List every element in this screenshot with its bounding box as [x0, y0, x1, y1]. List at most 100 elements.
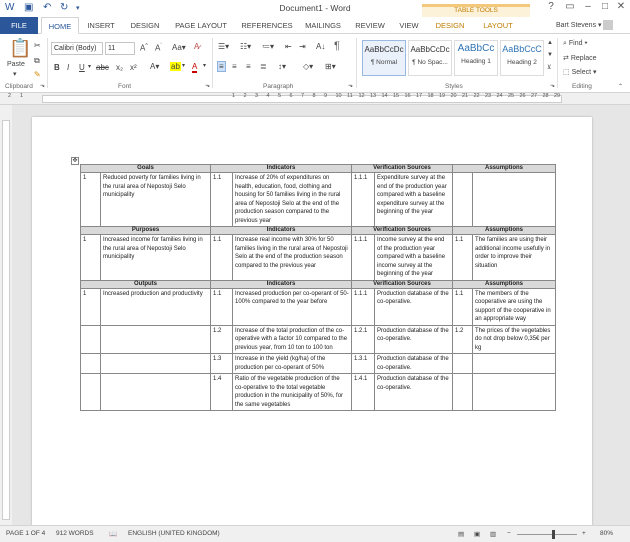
table-cell-desc[interactable] [100, 324, 211, 354]
table-cell-desc[interactable] [100, 373, 211, 411]
horizontal-ruler[interactable]: 1 2 1 2 3 4 5 6 7 8 9 10 11 12 13 14 15 16 17 18 19 20 21 22 23 2… [0, 93, 630, 105]
style-heading-1[interactable]: AaBbCc Heading 1 [454, 40, 498, 76]
italic-icon[interactable]: I [67, 63, 69, 72]
table-move-handle-icon[interactable]: ✥ [71, 157, 79, 165]
table-header-cell[interactable]: Purposes [80, 226, 211, 235]
tab-view[interactable]: VIEW [393, 17, 425, 34]
user-name[interactable]: Bart Stevens ▾ [556, 17, 614, 34]
table-cell-as-n[interactable]: 1.2 [452, 324, 474, 354]
table-cell-ver[interactable]: Production database of the co-operative. [373, 324, 454, 354]
table-cell-ind-n[interactable]: 1.4 [210, 373, 233, 411]
table-cell-as[interactable]: The members of the cooperative are using… [472, 287, 557, 326]
table-header-cell[interactable]: Indicators [210, 226, 352, 235]
table-cell-as[interactable]: The families are using their additional … [472, 234, 557, 281]
table-cell-ind-n[interactable]: 1.2 [210, 324, 233, 354]
superscript-icon[interactable]: x² [130, 63, 137, 72]
table-cell-n[interactable]: 1 [80, 234, 101, 281]
styles-more-icon[interactable]: ⊻ [547, 64, 551, 71]
table-cell-ind[interactable]: Ratio of the vegetable production of the… [232, 373, 352, 411]
table-cell-ind-n[interactable]: 1.1 [210, 172, 233, 227]
collapse-ribbon-icon[interactable]: ⌃ [618, 83, 623, 90]
tab-table-layout[interactable]: LAYOUT [476, 17, 520, 34]
table-cell-ver-n[interactable]: 1.1.1 [351, 234, 375, 281]
align-right-icon[interactable]: ≡ [246, 62, 251, 71]
sort-icon[interactable]: A↓ [316, 42, 325, 51]
table-cell-ind-n[interactable]: 1.3 [210, 353, 233, 374]
tab-file[interactable]: FILE [0, 17, 38, 34]
table-cell-as-n[interactable] [452, 373, 474, 411]
table-cell-n[interactable]: 1 [80, 172, 101, 227]
tab-insert[interactable]: INSERT [82, 17, 120, 34]
language[interactable]: ENGLISH (UNITED KINGDOM) [128, 530, 220, 537]
style-no-spacing[interactable]: AaBbCcDc ¶ No Spac... [408, 40, 452, 76]
close-icon[interactable]: ✕ [613, 1, 629, 12]
tab-references[interactable]: REFERENCES [236, 17, 298, 34]
subscript-icon[interactable]: x₂ [116, 63, 123, 72]
table-cell-as-n[interactable]: 1.1 [452, 287, 474, 326]
avatar[interactable] [603, 20, 614, 31]
table-header-cell[interactable]: Verification Sources [350, 226, 454, 235]
bold-icon[interactable]: B [54, 63, 60, 72]
underline-dropdown-icon[interactable]: ▾ [88, 63, 91, 70]
increase-indent-icon[interactable]: ⇥ [299, 42, 306, 51]
clear-formatting-icon[interactable]: A̷ [194, 42, 199, 51]
show-formatting-icon[interactable]: ¶ [334, 40, 340, 52]
table-cell-ver-n[interactable]: 1.1.1 [351, 172, 375, 227]
change-case-icon[interactable]: Aa▾ [172, 43, 186, 52]
font-color-dropdown-icon[interactable]: ▾ [203, 62, 206, 69]
multilevel-list-icon[interactable]: ≔▾ [262, 42, 274, 51]
table-cell-as[interactable] [472, 373, 557, 411]
table-cell-ver-n[interactable]: 1.1.1 [351, 287, 375, 326]
table-cell-ver-n[interactable]: 1.3.1 [351, 353, 375, 374]
table-cell-as-n[interactable] [452, 353, 474, 374]
table-cell-as[interactable] [472, 353, 557, 374]
logframe-table[interactable]: Goals Indicators Verification Sources Assum… [80, 164, 557, 411]
minimize-icon[interactable]: – [580, 1, 596, 12]
styles-launcher-icon[interactable]: ⬎ [550, 82, 555, 89]
table-cell-ind[interactable]: Increase of the total production of the … [232, 324, 352, 354]
table-header-cell[interactable]: Indicators [210, 164, 352, 173]
tab-page-layout[interactable]: PAGE LAYOUT [170, 17, 232, 34]
font-size-box[interactable]: 11 [105, 42, 135, 55]
zoom-out-icon[interactable]: − [507, 530, 511, 537]
decrease-indent-icon[interactable]: ⇤ [285, 42, 292, 51]
format-painter-icon[interactable]: ✎ [34, 70, 41, 79]
zoom-slider[interactable] [517, 534, 577, 535]
zoom-in-icon[interactable]: + [582, 530, 586, 537]
table-cell-ver[interactable]: Production database of the co-operative. [373, 373, 454, 411]
style-normal[interactable]: AaBbCcDc ¶ Normal [362, 40, 406, 76]
text-effects-icon[interactable]: A▾ [150, 62, 159, 71]
table-cell-desc[interactable]: Increased production and productivity [100, 287, 211, 326]
table-cell-as-n[interactable]: 1.1 [452, 234, 474, 281]
table-cell-ver[interactable]: Production database of the co-operative. [373, 353, 454, 374]
table-cell-ver[interactable]: Expenditure survey at the end of the pro… [373, 172, 454, 227]
paste-icon[interactable]: 📋 [9, 38, 31, 59]
tab-review[interactable]: REVIEW [350, 17, 390, 34]
proofing-icon[interactable]: 📖 [109, 530, 117, 538]
table-cell-desc[interactable]: Increased income for families living in … [100, 234, 211, 281]
table-cell-as-n[interactable] [452, 172, 474, 227]
clipboard-launcher-icon[interactable]: ⬎ [40, 82, 45, 89]
align-center-icon[interactable]: ≡ [232, 62, 237, 71]
replace-button[interactable]: ⇄ Replace [563, 54, 597, 62]
font-name-box[interactable]: Calibri (Body) [51, 42, 103, 55]
strikethrough-icon[interactable]: abc [96, 63, 109, 72]
tab-design[interactable]: DESIGN [124, 17, 166, 34]
table-cell-ver-n[interactable]: 1.2.1 [351, 324, 375, 354]
table-cell-as[interactable]: The prices of the vegetables do not drop… [472, 324, 557, 354]
table-header-cell[interactable]: Verification Sources [350, 164, 454, 173]
copy-icon[interactable]: ⧉ [34, 56, 40, 66]
word-count[interactable]: 912 WORDS [56, 530, 94, 537]
borders-icon[interactable]: ⊞▾ [325, 62, 336, 71]
table-cell-n[interactable] [80, 373, 101, 411]
table-cell-ind-n[interactable]: 1.1 [210, 287, 233, 326]
table-header-cell[interactable]: Verification Sources [350, 279, 454, 289]
table-cell-ind[interactable]: Increase real income with 30% for 50 fam… [232, 234, 352, 281]
align-left-icon[interactable]: ≡ [217, 61, 226, 72]
page[interactable]: ✥ Goals Indicators Verification Sources Ass… [32, 117, 592, 527]
zoom-slider-thumb[interactable] [552, 530, 555, 539]
table-header-cell[interactable]: Outputs [80, 279, 211, 289]
tab-home[interactable]: HOME [41, 17, 79, 34]
help-icon[interactable]: ? [543, 1, 559, 12]
table-cell-ver-n[interactable]: 1.4.1 [351, 373, 375, 411]
